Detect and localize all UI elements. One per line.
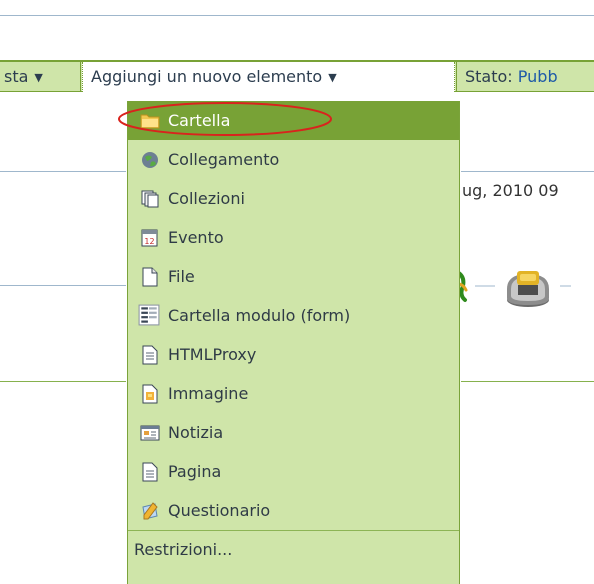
workflow-line-left xyxy=(0,285,126,286)
menu-item-evento[interactable]: 12 Evento xyxy=(128,218,459,257)
content-divider-right xyxy=(461,171,594,172)
content-divider-left xyxy=(0,171,126,172)
state-label: Stato: xyxy=(465,67,513,86)
file-icon xyxy=(142,267,158,287)
menu-item-label: Notizia xyxy=(168,423,224,442)
screen: ug, 2010 09 sta ▼ Aggiungi un nuovo eleme… xyxy=(0,0,594,584)
menu-item-label: File xyxy=(168,267,195,286)
form-folder-icon xyxy=(138,304,160,326)
menu-item-label: Pagina xyxy=(168,462,222,481)
menu-item-collezioni[interactable]: Collezioni xyxy=(128,179,459,218)
highlight-ring-annotation xyxy=(118,102,332,136)
image-icon xyxy=(142,384,158,404)
toolbar-partial-menu[interactable]: sta ▼ xyxy=(4,62,80,92)
add-new-item-menu[interactable]: Aggiungi un nuovo elemento ▼ xyxy=(82,62,455,92)
menu-item-label: Collegamento xyxy=(168,150,280,169)
toolbar-separator xyxy=(80,62,81,92)
svg-text:12: 12 xyxy=(144,237,154,246)
toolbar-separator xyxy=(456,62,457,92)
menu-item-questionario[interactable]: Questionario xyxy=(128,491,459,530)
menu-item-collegamento[interactable]: Collegamento xyxy=(128,140,459,179)
menu-item-label: Questionario xyxy=(168,501,271,520)
questionnaire-icon xyxy=(142,502,158,520)
chevron-down-icon: ▼ xyxy=(34,71,43,84)
add-new-item-dropdown: Cartella Collegamento Collezioni 12 Even… xyxy=(127,101,460,584)
menu-item-label: Collezioni xyxy=(168,189,245,208)
menu-item-label: Evento xyxy=(168,228,224,247)
menu-item-label: Immagine xyxy=(168,384,249,403)
menu-item-restrizioni[interactable]: Restrizioni... xyxy=(128,530,459,569)
calendar-icon: 12 xyxy=(141,229,158,247)
menu-item-label: Restrizioni... xyxy=(134,540,233,559)
menu-item-pagina[interactable]: Pagina xyxy=(128,452,459,491)
date-fragment: ug, 2010 09 xyxy=(462,181,559,200)
section-divider-right xyxy=(461,381,594,382)
menu-item-htmlproxy[interactable]: HTMLProxy xyxy=(128,335,459,374)
top-divider xyxy=(0,15,594,16)
html-proxy-icon xyxy=(142,345,158,365)
chevron-down-icon: ▼ xyxy=(328,71,337,84)
lock-state-icon xyxy=(507,271,549,307)
state-value: Pubb xyxy=(517,67,558,86)
toolbar-partial-label: sta xyxy=(4,67,29,86)
menu-item-file[interactable]: File xyxy=(128,257,459,296)
add-new-item-label: Aggiungi un nuovo elemento xyxy=(91,67,323,86)
menu-item-notizia[interactable]: Notizia xyxy=(128,413,459,452)
state-menu[interactable]: Stato: Pubb xyxy=(465,62,594,92)
menu-item-cartella-modulo[interactable]: Cartella modulo (form) xyxy=(128,296,459,335)
globe-link-icon xyxy=(142,152,158,168)
page-icon xyxy=(142,462,158,482)
menu-item-immagine[interactable]: Immagine xyxy=(128,374,459,413)
menu-item-label: Cartella modulo (form) xyxy=(168,306,351,325)
section-divider-left xyxy=(0,381,126,382)
content-toolbar: sta ▼ Aggiungi un nuovo elemento ▼ Stato: … xyxy=(0,60,594,92)
menu-item-label: HTMLProxy xyxy=(168,345,257,364)
news-icon xyxy=(140,425,160,441)
collection-icon xyxy=(141,190,159,208)
workflow-icons xyxy=(455,270,571,307)
